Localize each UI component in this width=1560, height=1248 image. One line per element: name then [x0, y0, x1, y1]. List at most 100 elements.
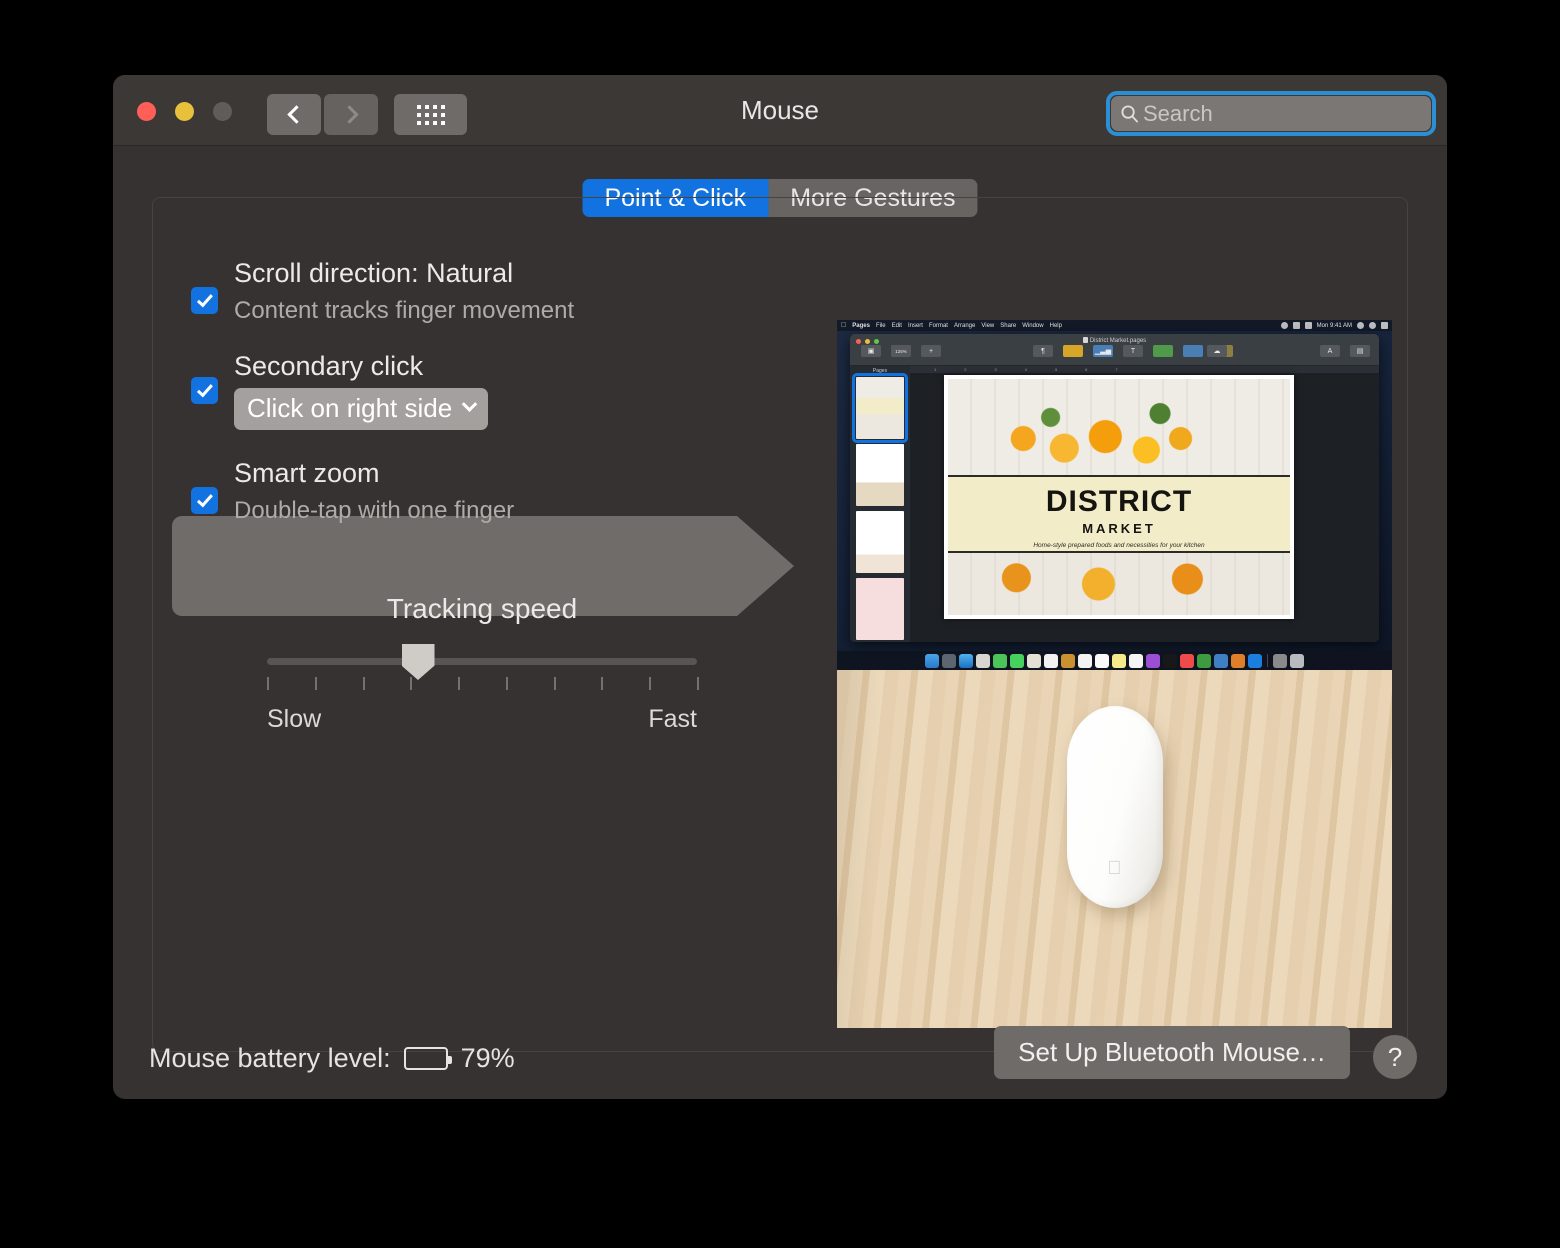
dock-app-numbers[interactable] [1197, 653, 1211, 668]
page-thumbnail[interactable] [856, 578, 904, 640]
pages-app-window: District Market.pages ▣ View 125% Zoom [850, 334, 1379, 642]
secondary-click-checkbox[interactable] [191, 377, 218, 404]
battery-icon [403, 1047, 452, 1070]
menu-bar:  Pages File Edit Insert Format Arrange … [837, 320, 1392, 331]
scroll-direction-checkbox[interactable] [191, 287, 218, 314]
option-subtitle: Content tracks finger movement [234, 296, 575, 324]
slider-tick [458, 677, 461, 690]
slider-ticks [267, 677, 699, 693]
menu-file: File [870, 322, 886, 329]
dock-app-notes[interactable] [1061, 653, 1075, 668]
mouse-preferences-window: Mouse Point & Click More Gestures [113, 75, 1447, 1099]
document-icon: ▤ [1350, 345, 1370, 357]
dock-app-trash[interactable] [1290, 653, 1304, 668]
battery-label: Mouse battery level: [149, 1043, 391, 1073]
menu-app-name: Pages [847, 322, 870, 329]
search-icon [1357, 322, 1364, 329]
pages-document-sheet: DISTRICT MARKET Home-style prepared food… [944, 375, 1294, 619]
dock-app-music[interactable] [1129, 653, 1143, 668]
siri-icon [1369, 322, 1376, 329]
slider-tick [505, 677, 508, 690]
dock-app-reminders[interactable] [1095, 653, 1109, 668]
dock-app-facetime[interactable] [993, 653, 1007, 668]
menu-view: View [976, 322, 994, 329]
dock-app-appletv[interactable] [1163, 653, 1177, 668]
help-button[interactable]: ? [1373, 1035, 1417, 1079]
slider-tick [362, 677, 365, 690]
dock-app-maps[interactable] [1027, 653, 1041, 668]
slider-tick [649, 677, 652, 690]
slider-tick [410, 677, 413, 690]
insert-icon: ¶ [1033, 345, 1053, 357]
pages-body: Pages 1 2 3 4 5 6 7 DISTRICT MARKET Home… [850, 366, 1379, 642]
option-smart-zoom[interactable]: Smart zoom Double-tap with one finger [172, 458, 832, 525]
dock-app-launchpad[interactable] [942, 653, 956, 668]
option-secondary-click[interactable]: Secondary click Click on right side [172, 351, 832, 430]
smart-zoom-checkbox[interactable] [191, 487, 218, 514]
dock-app-pages[interactable] [1231, 653, 1245, 668]
airplay-icon [1292, 322, 1300, 329]
dock-app-keynote[interactable] [1214, 653, 1228, 668]
pages-canvas: 1 2 3 4 5 6 7 DISTRICT MARKET Home-style… [910, 366, 1379, 642]
page-thumbnail[interactable] [852, 373, 908, 443]
menu-format: Format [923, 322, 948, 329]
pages-document-title: District Market.pages [850, 337, 1379, 344]
checkmark-icon [196, 380, 213, 398]
apple-logo-icon:  [1107, 858, 1121, 880]
dock-app-appstore[interactable] [1248, 653, 1262, 668]
format-icon: A [1320, 345, 1340, 357]
search-field-focus-ring [1106, 91, 1436, 136]
option-title: Scroll direction: Natural [234, 258, 514, 288]
dock-app-preferences[interactable] [1273, 653, 1287, 668]
menu-share: Share [995, 322, 1016, 329]
checkmark-icon [196, 490, 213, 508]
menu-insert: Insert [902, 322, 923, 329]
add-page-icon: + [921, 345, 941, 357]
slider-min-label: Slow [267, 705, 322, 733]
dock-app-stickies[interactable] [1112, 653, 1126, 668]
menu-window: Window [1017, 322, 1043, 329]
page-thumbnail[interactable] [856, 444, 904, 506]
menu-help: Help [1044, 322, 1062, 329]
mouse-preview:  Pages File Edit Insert Format Arrange … [837, 320, 1392, 1028]
dock-app-contacts[interactable] [976, 653, 990, 668]
shape-icon [1153, 345, 1173, 357]
apple-logo-icon:  [841, 322, 846, 329]
poster-subtitle: MARKET [1082, 521, 1156, 536]
option-scroll-direction[interactable]: Scroll direction: Natural Content tracks… [172, 258, 832, 325]
window-titlebar: Mouse [113, 75, 1447, 146]
district-market-poster: DISTRICT MARKET Home-style prepared food… [948, 379, 1290, 615]
dock-app-finder[interactable] [925, 653, 939, 668]
dock-app-safari[interactable] [959, 653, 973, 668]
slider-tick [553, 677, 556, 690]
zoom-icon: 125% [891, 345, 911, 357]
tracking-speed-slider[interactable] [267, 644, 697, 680]
dock-app-calendar[interactable] [1078, 653, 1092, 668]
tracking-speed-label: Tracking speed [386, 593, 578, 624]
macos-dock [837, 651, 1392, 670]
search-icon [1121, 105, 1139, 123]
set-up-bluetooth-mouse-button[interactable]: Set Up Bluetooth Mouse… [994, 1026, 1350, 1079]
mouse-battery-status: Mouse battery level: 79% [149, 1043, 515, 1074]
secondary-click-popup-button[interactable]: Click on right side [234, 387, 489, 430]
slider-thumb[interactable] [401, 644, 435, 680]
dock-app-messages[interactable] [1010, 653, 1024, 668]
option-text: Smart zoom Double-tap with one finger [234, 458, 514, 525]
view-icon: ▣ [861, 345, 881, 357]
pages-thumbnail-sidebar: Pages [850, 366, 910, 642]
page-thumbnail[interactable] [856, 511, 904, 573]
search-field[interactable] [1111, 96, 1431, 131]
poster-photo-bottom [948, 553, 1290, 615]
magic-mouse-device:  [1066, 706, 1163, 908]
poster-tagline: Home-style prepared foods and necessitie… [1033, 542, 1205, 549]
menu-edit: Edit [886, 322, 902, 329]
dock-separator [1267, 654, 1268, 667]
pages-ruler: 1 2 3 4 5 6 7 [910, 366, 1379, 373]
slider-tick [267, 677, 269, 690]
dock-app-photos[interactable] [1044, 653, 1058, 668]
dock-app-news[interactable] [1180, 653, 1194, 668]
slider-end-labels: Slow Fast [267, 705, 697, 734]
dock-app-podcasts[interactable] [1146, 653, 1160, 668]
search-input[interactable] [1143, 96, 1431, 131]
collaborate-icon: ☁ [1207, 345, 1227, 357]
